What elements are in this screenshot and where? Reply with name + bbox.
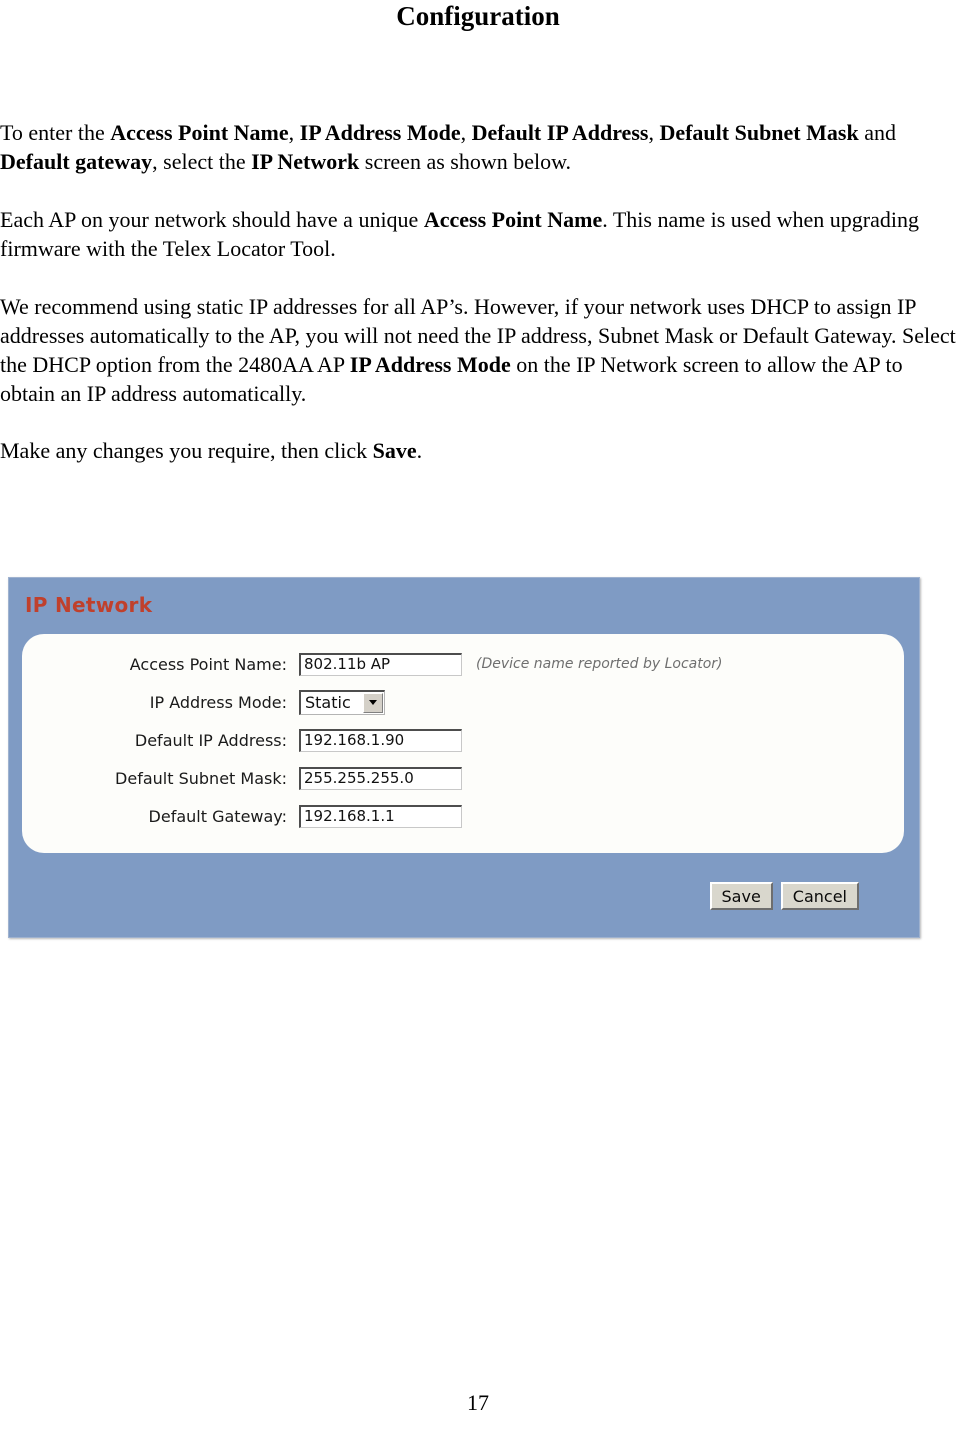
text-run: Each AP on your network should have a un…	[0, 207, 424, 232]
paragraph-text: We recommend using static IP addresses f…	[0, 292, 956, 408]
paragraph-text: Make any changes you require, then click…	[0, 436, 956, 465]
save-button[interactable]: Save	[709, 882, 773, 910]
text-run: ,	[288, 120, 300, 145]
paragraph-save: Make any changes you require, then click…	[0, 436, 956, 481]
page-number: 17	[467, 1390, 489, 1415]
bold-term: IP Address Mode	[299, 120, 461, 145]
field-input[interactable]	[299, 652, 462, 676]
field-label: Access Point Name:	[129, 654, 287, 674]
panel-title: IP Network	[25, 593, 153, 617]
field-input[interactable]	[299, 804, 462, 828]
bold-term: Access Point Name	[423, 207, 603, 232]
field-label: Default IP Address:	[134, 730, 287, 750]
caret-glyph	[369, 700, 377, 705]
form-row: IP Address Mode: Static	[22, 683, 904, 721]
bold-term: IP Network	[251, 149, 360, 174]
text-run: .	[416, 438, 423, 463]
cancel-button[interactable]: Cancel	[780, 882, 859, 910]
form-row: Default IP Address:	[22, 721, 904, 759]
bold-term: Save	[372, 438, 417, 463]
text-run: ,	[648, 120, 660, 145]
text-run: Make any changes you require, then click	[0, 438, 373, 463]
field-hint: (Device name reported by Locator)	[476, 656, 723, 672]
text-run: , select the	[152, 149, 252, 174]
paragraph-text: Each AP on your network should have a un…	[0, 205, 956, 263]
form-card: Access Point Name: (Device name reported …	[22, 634, 904, 853]
form-row: Default Gateway:	[22, 797, 904, 835]
ip-network-panel-screenshot: IP Network Access Point Name: (Device nam…	[8, 577, 920, 938]
field-label: Default Subnet Mask:	[115, 768, 287, 788]
form-row: Default Subnet Mask:	[22, 759, 904, 797]
text-run: and	[858, 120, 896, 145]
chevron-down-icon[interactable]	[363, 692, 383, 713]
field-input[interactable]	[299, 728, 462, 752]
field-label: Default Gateway:	[148, 806, 287, 826]
text-run: To enter the	[0, 120, 111, 145]
paragraph-ap-name: Each AP on your network should have a un…	[0, 205, 956, 279]
panel-button-bar: Save Cancel	[709, 882, 859, 910]
bold-term: Default Subnet Mask	[659, 120, 859, 145]
field-input[interactable]	[299, 766, 462, 790]
paragraph-dhcp: We recommend using static IP addresses f…	[0, 292, 956, 424]
bold-term: Default IP Address	[471, 120, 649, 145]
paragraph-intro: To enter the Access Point Name, IP Addre…	[0, 118, 956, 192]
page-title: Configuration	[396, 1, 560, 31]
bold-term: Default gateway	[0, 149, 153, 174]
paragraph-text: To enter the Access Point Name, IP Addre…	[0, 118, 956, 176]
form-row: Access Point Name: (Device name reported …	[22, 645, 904, 683]
text-run: screen as shown below.	[359, 149, 572, 174]
ip-address-mode-select[interactable]: Static	[299, 689, 385, 715]
select-selected-value: Static	[305, 693, 351, 712]
field-label: IP Address Mode:	[149, 692, 287, 712]
text-run: ,	[460, 120, 472, 145]
form-field-list: Access Point Name: (Device name reported …	[22, 645, 904, 835]
bold-term: Access Point Name	[110, 120, 289, 145]
bold-term: IP Address Mode	[349, 352, 511, 377]
